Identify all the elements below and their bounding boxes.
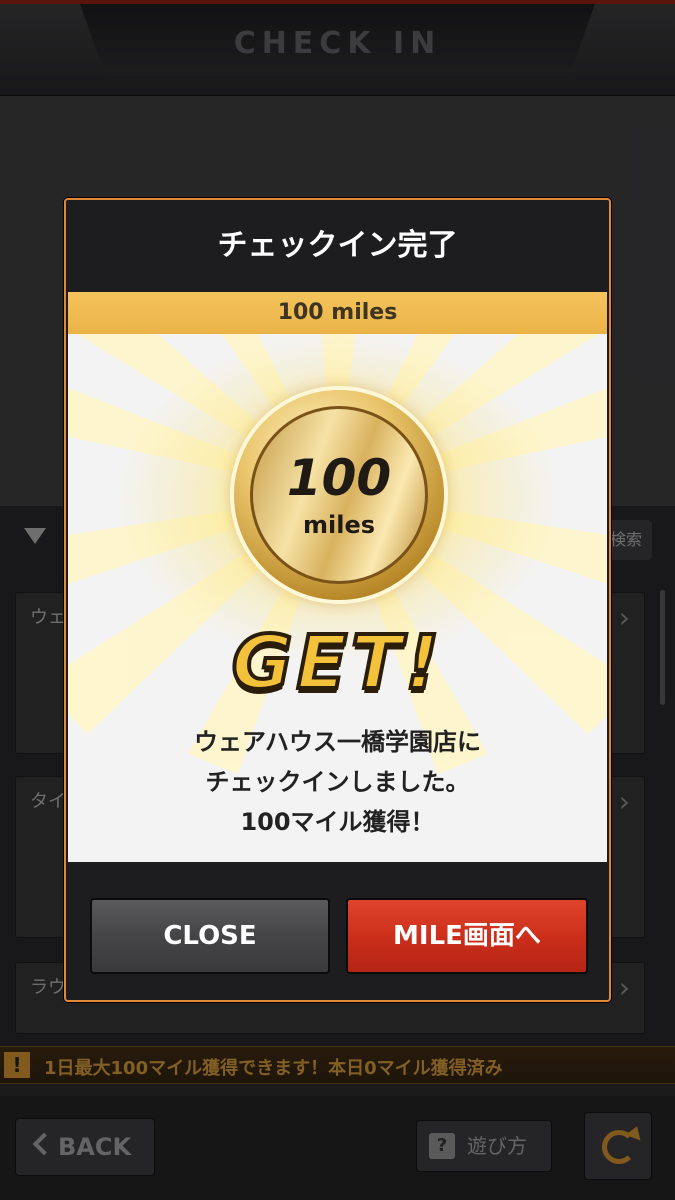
checkin-message-line: 100マイル獲得！ [240,808,435,836]
mile-screen-button[interactable]: MILE画面へ [346,898,588,974]
reward-area: 100 miles GET! ウェアハウス一橋学園店に チェックインしました。 … [68,334,607,862]
checkin-message-line: チェックインしました。 [205,768,470,796]
miles-label: 100 miles [68,292,607,334]
checkin-complete-dialog: チェックイン完了 100 miles 100 miles GET! ウェアハウス… [64,198,611,1002]
close-button[interactable]: CLOSE [90,898,330,974]
coin-face: 100 miles [250,406,428,584]
dialog-title: チェックイン完了 [217,228,458,263]
mile-coin-icon: 100 miles [234,390,444,600]
coin-value: 100 [286,449,392,507]
coin-unit: miles [302,511,376,539]
checkin-message-line: ウェアハウス一橋学園店に [193,728,482,756]
get-banner: GET! [230,618,444,708]
